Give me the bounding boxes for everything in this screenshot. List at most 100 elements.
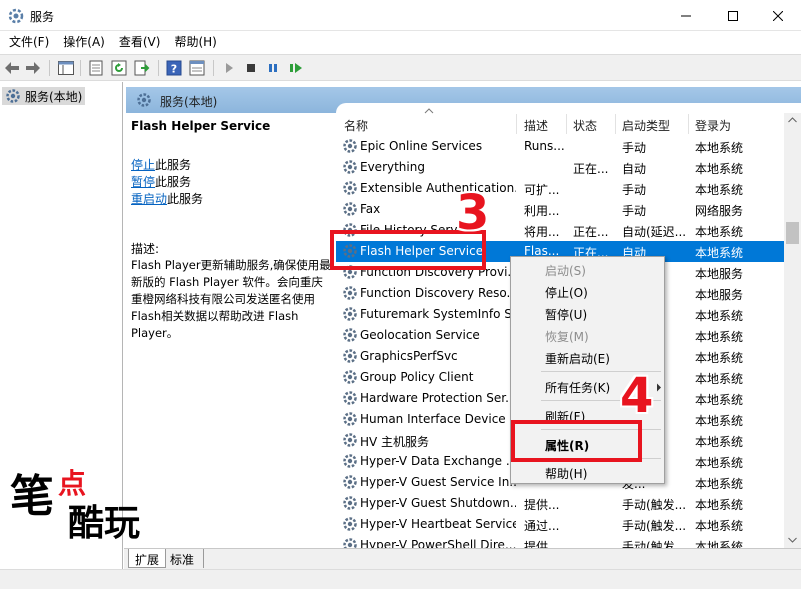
action-suffix: 此服务 bbox=[167, 192, 204, 206]
tab-standard[interactable]: 标准 bbox=[168, 549, 204, 568]
table-row[interactable]: Hyper-V PowerShell Dire... 提供... 手动(触发... 本… bbox=[336, 535, 784, 548]
cell-startup-type: 手动(触发... bbox=[622, 519, 687, 533]
maximize-button[interactable] bbox=[710, 0, 756, 31]
cell-startup-type: 手动 bbox=[622, 141, 647, 155]
table-row[interactable]: Fax 利用... 手动 网络服务 bbox=[336, 199, 784, 220]
properties-icon[interactable] bbox=[188, 59, 206, 77]
column-description[interactable]: 描述 bbox=[524, 117, 548, 134]
gear-icon bbox=[342, 390, 358, 406]
cell-logon: 本地系统 bbox=[695, 477, 744, 491]
column-startup-type[interactable]: 启动类型 bbox=[622, 117, 670, 134]
cell-logon: 本地系统 bbox=[695, 162, 744, 176]
column-divider[interactable] bbox=[516, 114, 517, 134]
menu-view[interactable]: 查看(V) bbox=[112, 31, 168, 54]
menu-restart[interactable]: 重新启动(E) bbox=[545, 350, 610, 367]
resume-icon[interactable] bbox=[287, 59, 305, 77]
cell-logon: 本地系统 bbox=[695, 393, 744, 407]
tree-item-services-local[interactable]: 服务(本地) bbox=[2, 87, 86, 105]
cell-logon: 本地系统 bbox=[695, 540, 744, 548]
cell-logon: 本地系统 bbox=[695, 183, 744, 197]
cell-logon: 本地系统 bbox=[695, 414, 744, 428]
export-icon[interactable] bbox=[133, 59, 151, 77]
column-divider[interactable] bbox=[615, 114, 616, 134]
tree-item-label: 服务(本地) bbox=[25, 89, 83, 104]
cell-description: Runs... bbox=[524, 139, 565, 153]
stop-link[interactable]: 停止 bbox=[131, 158, 155, 172]
cell-logon: 本地系统 bbox=[695, 435, 744, 449]
action-pause: 暂停此服务 bbox=[131, 173, 191, 190]
scroll-down-icon[interactable] bbox=[788, 537, 797, 543]
forward-icon[interactable] bbox=[24, 59, 42, 77]
cell-logon: 本地系统 bbox=[695, 372, 744, 386]
minimize-button[interactable] bbox=[663, 0, 709, 31]
table-row[interactable]: Hyper-V Guest Shutdown... 提供... 手动(触发... 本地… bbox=[336, 493, 784, 514]
cell-startup-type: 自动(延迟... bbox=[622, 225, 687, 239]
gear-icon bbox=[342, 285, 358, 301]
cell-description: 通过... bbox=[524, 519, 560, 533]
tab-extended[interactable]: 扩展 bbox=[128, 549, 166, 568]
menu-file[interactable]: 文件(F) bbox=[2, 31, 56, 54]
cell-startup-type: 手动 bbox=[622, 183, 647, 197]
gear-icon bbox=[342, 138, 358, 154]
console-tree-icon[interactable] bbox=[57, 59, 75, 77]
cell-name: Extensible Authentication... bbox=[360, 181, 516, 195]
cell-name: Hyper-V Guest Shutdown... bbox=[360, 496, 516, 510]
menu-help[interactable]: 帮助(H) bbox=[167, 31, 223, 54]
table-row[interactable]: Hyper-V Heartbeat Service 通过... 手动(触发... 本地… bbox=[336, 514, 784, 535]
menu-all-tasks[interactable]: 所有任务(K) bbox=[545, 379, 610, 396]
cell-name: Hyper-V Guest Service In... bbox=[360, 475, 516, 489]
menu-stop[interactable]: 停止(O) bbox=[545, 284, 588, 301]
menu-start[interactable]: 启动(S) bbox=[545, 262, 586, 279]
play-icon[interactable] bbox=[220, 59, 238, 77]
table-row[interactable]: Everything 正在... 自动 本地系统 bbox=[336, 157, 784, 178]
column-divider[interactable] bbox=[688, 114, 689, 134]
menu-help[interactable]: 帮助(H) bbox=[545, 465, 587, 482]
gear-icon bbox=[342, 348, 358, 364]
watermark-logo: 笔 点 酷玩 bbox=[10, 460, 170, 544]
close-button[interactable] bbox=[755, 0, 801, 31]
title-bar: 服务 bbox=[0, 0, 801, 31]
gear-icon bbox=[342, 432, 358, 448]
cell-name: Group Policy Client bbox=[360, 370, 474, 384]
back-icon[interactable] bbox=[3, 59, 21, 77]
column-logon[interactable]: 登录为 bbox=[695, 117, 731, 134]
cell-logon: 本地系统 bbox=[695, 519, 744, 533]
status-bar bbox=[0, 569, 801, 589]
services-icon bbox=[8, 8, 24, 24]
table-row[interactable]: Extensible Authentication... 可扩... 手动 本地系统 bbox=[336, 178, 784, 199]
gear-icon bbox=[342, 495, 358, 511]
cell-logon: 网络服务 bbox=[695, 204, 744, 218]
cell-logon: 本地服务 bbox=[695, 288, 744, 302]
column-divider[interactable] bbox=[566, 114, 567, 134]
gear-icon bbox=[342, 180, 358, 196]
pause-icon[interactable] bbox=[264, 59, 282, 77]
table-row[interactable]: Epic Online Services Runs... 手动 本地系统 bbox=[336, 136, 784, 157]
cell-startup-type: 手动(触发... bbox=[622, 540, 687, 548]
toolbar-separator bbox=[80, 60, 81, 76]
description-label: 描述: bbox=[131, 242, 160, 256]
cell-name: HV 主机服务 bbox=[360, 435, 430, 449]
restart-link[interactable]: 重启动 bbox=[131, 192, 167, 206]
scroll-up-icon[interactable] bbox=[788, 117, 797, 123]
cell-name: Hyper-V Heartbeat Service bbox=[360, 517, 516, 531]
refresh-icon[interactable] bbox=[110, 59, 128, 77]
menu-action[interactable]: 操作(A) bbox=[56, 31, 112, 54]
document-icon[interactable] bbox=[87, 59, 105, 77]
gear-icon bbox=[342, 411, 358, 427]
column-name[interactable]: 名称 bbox=[344, 117, 368, 134]
menu-pause[interactable]: 暂停(U) bbox=[545, 306, 587, 323]
vertical-scrollbar[interactable] bbox=[784, 113, 801, 548]
gear-icon bbox=[342, 474, 358, 490]
cell-description: 将用... bbox=[524, 225, 560, 239]
cell-name: Everything bbox=[360, 160, 425, 174]
gear-icon bbox=[342, 369, 358, 385]
column-headers: 名称 描述 状态 启动类型 登录为 bbox=[336, 108, 784, 136]
cell-startup-type: 手动 bbox=[622, 204, 647, 218]
stop-icon[interactable] bbox=[242, 59, 260, 77]
menu-resume[interactable]: 恢复(M) bbox=[545, 328, 589, 345]
cell-logon: 本地系统 bbox=[695, 330, 744, 344]
scrollbar-thumb[interactable] bbox=[786, 222, 799, 244]
pause-link[interactable]: 暂停 bbox=[131, 175, 155, 189]
column-status[interactable]: 状态 bbox=[573, 117, 597, 134]
help-icon[interactable]: ? bbox=[165, 59, 183, 77]
